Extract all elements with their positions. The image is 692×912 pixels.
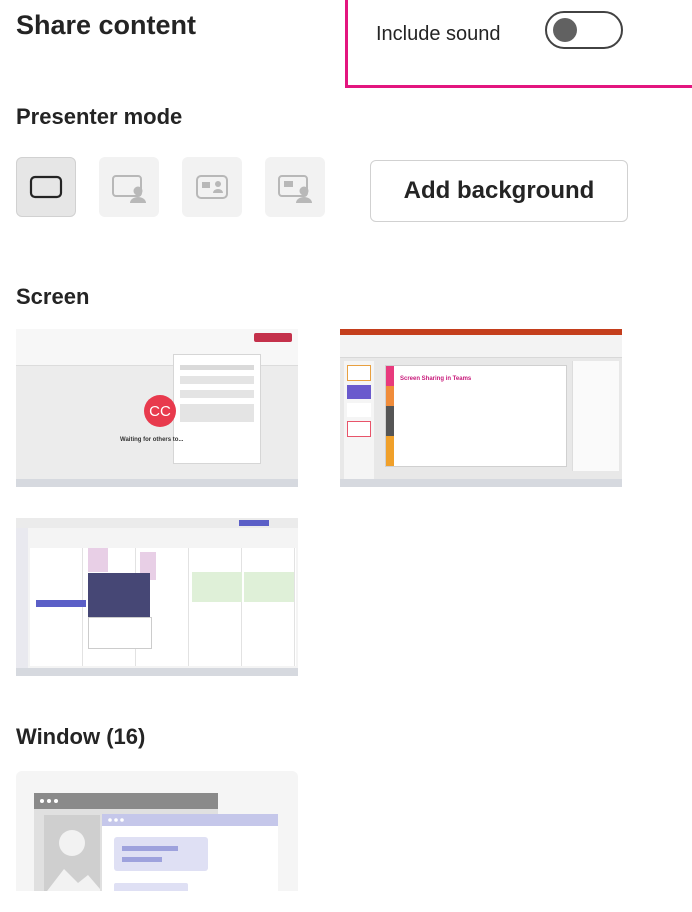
- taskbar-preview: [340, 479, 622, 487]
- include-sound-label: Include sound: [376, 23, 501, 45]
- event-details-preview: [88, 617, 152, 649]
- titlebar-preview: [340, 329, 622, 335]
- thumbnail-caption: Waiting for others to...: [120, 437, 184, 443]
- mode-reporter-button[interactable]: [265, 157, 325, 217]
- side-by-side-icon: [196, 175, 228, 199]
- screen-thumbnail-1[interactable]: CC Waiting for others to...: [16, 329, 298, 487]
- meet-now-preview: [239, 520, 269, 526]
- window-placeholder-icon: [34, 793, 278, 891]
- side-panel-preview: [173, 354, 261, 464]
- content-only-icon: [29, 175, 63, 199]
- share-content-title: Share content: [16, 10, 197, 40]
- calendar-event: [192, 572, 242, 602]
- add-background-button[interactable]: Add background: [370, 160, 628, 222]
- calendar-grid-preview: [30, 548, 296, 666]
- event-popup-preview: [88, 573, 150, 617]
- app-rail-preview: [16, 528, 28, 668]
- window-thumbnail-1[interactable]: [16, 771, 298, 891]
- screen-heading: Screen: [16, 284, 90, 309]
- calendar-event: [36, 600, 86, 607]
- taskbar-preview: [16, 668, 298, 676]
- include-sound-toggle[interactable]: [545, 11, 623, 49]
- calendar-event: [244, 572, 294, 602]
- slide-preview: Screen Sharing in Teams: [385, 365, 567, 467]
- toggle-knob: [553, 18, 577, 42]
- standout-icon: [112, 175, 146, 203]
- format-pane-preview: [572, 361, 619, 471]
- avatar: CC: [144, 395, 176, 427]
- taskbar-preview: [16, 479, 298, 487]
- mode-side-by-side-button[interactable]: [182, 157, 242, 217]
- screen-thumbnail-2[interactable]: Screen Sharing in Teams: [340, 329, 622, 487]
- slide-list-preview: [344, 361, 374, 479]
- mode-content-only-button[interactable]: [16, 157, 76, 217]
- window-heading: Window (16): [16, 724, 146, 749]
- reporter-icon: [278, 175, 312, 203]
- leave-button-preview: [254, 333, 292, 342]
- include-sound-highlight: Include sound: [345, 0, 692, 88]
- slide-title: Screen Sharing in Teams: [400, 376, 472, 382]
- screen-thumbnail-3[interactable]: [16, 518, 298, 676]
- mode-standout-button[interactable]: [99, 157, 159, 217]
- calendar-event: [88, 548, 108, 572]
- presenter-mode-heading: Presenter mode: [16, 104, 183, 129]
